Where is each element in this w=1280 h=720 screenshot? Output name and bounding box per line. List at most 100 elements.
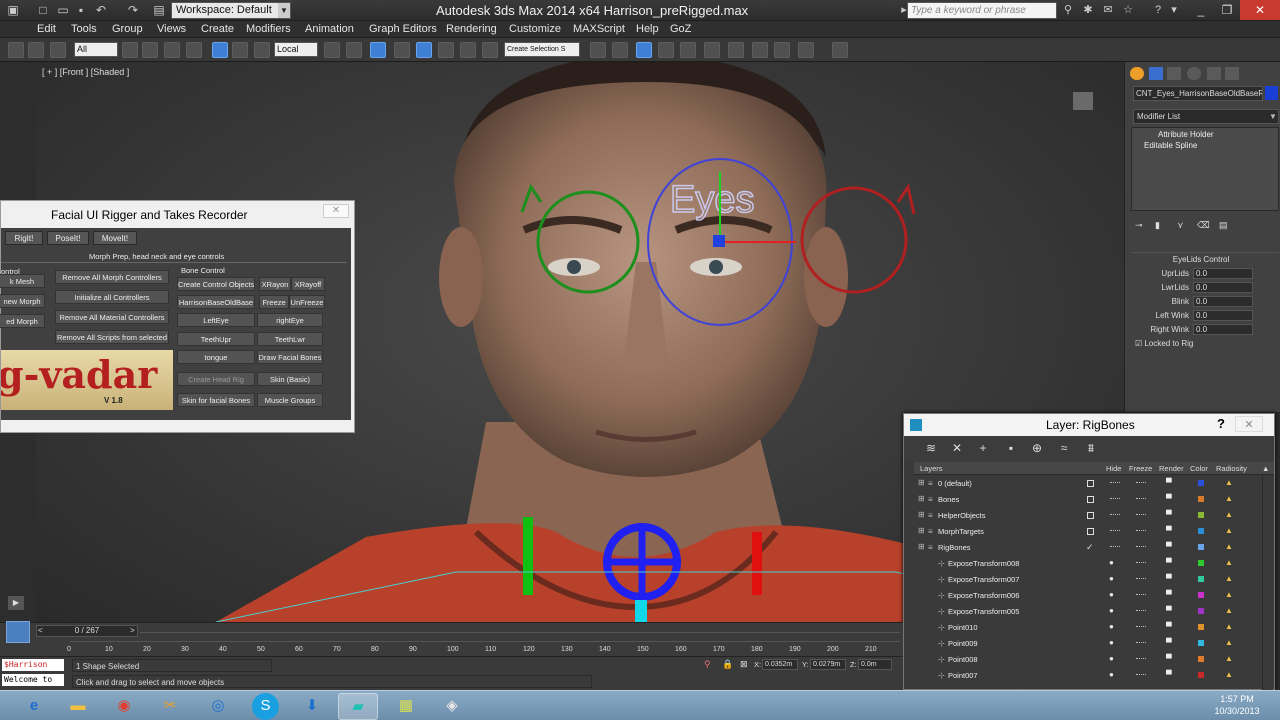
- freeze-toggle[interactable]: [1136, 658, 1146, 660]
- internet-explorer-icon[interactable]: e: [14, 693, 54, 720]
- minimize-button[interactable]: _: [1188, 0, 1214, 20]
- hide-checkbox[interactable]: [1087, 480, 1094, 487]
- freeze-toggle[interactable]: [1136, 482, 1146, 484]
- rendered-frame-window-icon[interactable]: [774, 42, 790, 58]
- freeze-toggle[interactable]: [1136, 562, 1146, 564]
- downloads-icon[interactable]: ⬇: [292, 693, 332, 720]
- help-icon[interactable]: ?: [1217, 416, 1225, 431]
- expand-icon[interactable]: [928, 623, 936, 631]
- hide-toggle[interactable]: [1110, 498, 1120, 500]
- radiosity-icon[interactable]: ▲: [1225, 654, 1235, 664]
- hide-all-icon[interactable]: ⩩: [1084, 441, 1098, 455]
- render-teapot-icon[interactable]: ▀: [1166, 510, 1172, 519]
- expand-icon[interactable]: [928, 559, 936, 567]
- freeze-toggle[interactable]: [1136, 498, 1146, 500]
- tab-rigit[interactable]: RigIt!: [5, 231, 43, 245]
- menu-tools[interactable]: Tools: [71, 23, 97, 35]
- freeze-toggle[interactable]: [1136, 578, 1146, 580]
- modify-tab-icon[interactable]: [1149, 67, 1163, 80]
- radiosity-icon[interactable]: ▲: [1225, 510, 1235, 520]
- radiosity-icon[interactable]: ▲: [1225, 606, 1235, 616]
- create-layer-icon[interactable]: +: [976, 441, 990, 455]
- unlink-icon[interactable]: [28, 42, 44, 58]
- align-icon[interactable]: [612, 42, 628, 58]
- mini-listener-icon[interactable]: [6, 621, 30, 643]
- freeze-toggle[interactable]: [1136, 546, 1146, 548]
- column-render[interactable]: Render: [1159, 464, 1184, 473]
- skin-facial-bones-button[interactable]: Skin for facial Bones: [177, 393, 255, 407]
- layer-name[interactable]: Point008: [948, 655, 978, 664]
- bind-space-warp-icon[interactable]: [50, 42, 66, 58]
- lock-selection-icon[interactable]: 🔒: [722, 659, 733, 670]
- layer-color-swatch[interactable]: [1198, 528, 1204, 534]
- toggle-ribbon-icon[interactable]: [832, 42, 848, 58]
- binoculars-icon[interactable]: ⚲: [1060, 3, 1076, 18]
- layer-color-swatch[interactable]: [1198, 544, 1204, 550]
- menu-edit[interactable]: Edit: [37, 23, 56, 35]
- redo-icon[interactable]: ↷: [126, 3, 140, 17]
- show-end-result-icon[interactable]: ▮: [1155, 220, 1169, 232]
- radiosity-icon[interactable]: ▲: [1225, 494, 1235, 504]
- hide-bulb-icon[interactable]: ●: [1109, 670, 1114, 679]
- layer-row[interactable]: ⊹ Point010 ● ▀ ▲: [914, 620, 1262, 636]
- draw-facial-bones-button[interactable]: Draw Facial Bones: [257, 350, 323, 364]
- layer-row[interactable]: ⊹ ExposeTransform007 ● ▀ ▲: [914, 572, 1262, 588]
- create-control-objects-button[interactable]: Create Control Objects: [177, 277, 255, 291]
- render-teapot-icon[interactable]: ▀: [1166, 606, 1172, 615]
- create-head-rig-button[interactable]: Create Head Rig: [177, 372, 255, 386]
- layer-row[interactable]: ⊹ Point007 ● ▀ ▲: [914, 668, 1262, 684]
- highlight-layer-icon[interactable]: ≈: [1057, 441, 1071, 455]
- layer-name[interactable]: HelperObjects: [938, 511, 986, 520]
- radiosity-icon[interactable]: ▲: [1225, 478, 1235, 488]
- radiosity-icon[interactable]: ▲: [1225, 526, 1235, 536]
- remove-morph-controllers-button[interactable]: Remove All Morph Controllers: [55, 270, 169, 284]
- layer-color-swatch[interactable]: [1198, 640, 1204, 646]
- tab-poseit[interactable]: PoseIt!: [47, 231, 89, 245]
- base-object-button[interactable]: HarrisonBaseOldBase: [177, 295, 255, 309]
- rollout-title[interactable]: EyeLids Control: [1131, 255, 1271, 264]
- absolute-mode-icon[interactable]: ⊠: [740, 659, 748, 670]
- expand-icon[interactable]: ⊞: [918, 543, 926, 551]
- select-manipulate-icon[interactable]: [346, 42, 362, 58]
- param-spinner[interactable]: 0.0: [1193, 282, 1253, 293]
- freeze-toggle[interactable]: [1136, 674, 1146, 676]
- network-app-icon[interactable]: ◎: [198, 693, 238, 720]
- layer-color-swatch[interactable]: [1198, 624, 1204, 630]
- maxscript-output-field[interactable]: Welcome to: [2, 674, 64, 686]
- menu-goz[interactable]: GoZ: [670, 23, 691, 35]
- column-color[interactable]: Color: [1190, 464, 1208, 473]
- unfreeze-button[interactable]: UnFreeze: [289, 295, 325, 309]
- column-hide[interactable]: Hide: [1106, 464, 1121, 473]
- menu-animation[interactable]: Animation: [305, 23, 354, 35]
- muscle-groups-button[interactable]: Muscle Groups: [257, 393, 323, 407]
- select-objects-icon[interactable]: ⊕: [1030, 441, 1044, 455]
- hide-toggle[interactable]: [1110, 482, 1120, 484]
- hide-toggle[interactable]: [1110, 530, 1120, 532]
- render-teapot-icon[interactable]: ▀: [1166, 654, 1172, 663]
- current-layer-checkmark-icon[interactable]: ✓: [1086, 542, 1094, 553]
- app-icon[interactable]: ▣: [6, 3, 20, 17]
- layer-settings-icon[interactable]: ≋: [924, 441, 938, 455]
- radiosity-icon[interactable]: ▲: [1225, 542, 1235, 552]
- freeze-toggle[interactable]: [1136, 642, 1146, 644]
- schematic-view-icon[interactable]: [704, 42, 720, 58]
- layer-name[interactable]: Bones: [938, 495, 959, 504]
- xray-off-button[interactable]: XRayoff: [291, 277, 325, 291]
- radiosity-icon[interactable]: ▲: [1225, 670, 1235, 680]
- isolate-icon[interactable]: ⚲: [704, 659, 711, 670]
- render-teapot-icon[interactable]: ▀: [1166, 558, 1172, 567]
- layer-color-swatch[interactable]: [1198, 512, 1204, 518]
- skin-basic-button[interactable]: Skin (Basic): [257, 372, 323, 386]
- app-icon-2[interactable]: ▦: [386, 693, 426, 720]
- layer-color-swatch[interactable]: [1198, 560, 1204, 566]
- param-spinner[interactable]: 0.0: [1193, 310, 1253, 321]
- freeze-toggle[interactable]: [1136, 610, 1146, 612]
- freeze-toggle[interactable]: [1136, 626, 1146, 628]
- expand-icon[interactable]: [928, 607, 936, 615]
- layer-row[interactable]: ⊹ ExposeTransform008 ● ▀ ▲: [914, 556, 1262, 572]
- stack-item-editable-spline[interactable]: Editable Spline: [1144, 141, 1197, 152]
- select-scale-icon[interactable]: [254, 42, 270, 58]
- teeth-upper-button[interactable]: TeethUpr: [177, 332, 255, 346]
- hide-bulb-icon[interactable]: ●: [1109, 606, 1114, 615]
- layer-row[interactable]: ⊹ Point008 ● ▀ ▲: [914, 652, 1262, 668]
